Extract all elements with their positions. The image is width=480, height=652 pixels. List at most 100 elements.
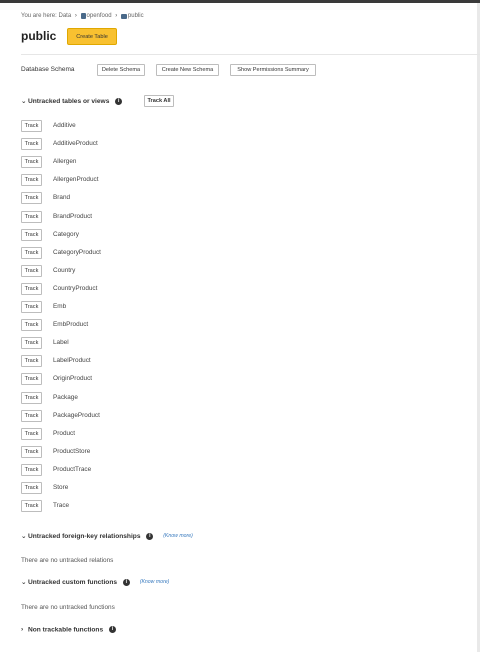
table-row: Track Additive bbox=[21, 120, 221, 132]
divider bbox=[21, 54, 480, 55]
info-icon: i bbox=[108, 626, 116, 633]
track-button[interactable]: Track bbox=[21, 283, 42, 295]
table-row: Track Allergen bbox=[21, 156, 221, 168]
chevron-right-icon: › bbox=[74, 13, 77, 19]
table-row: Track Country bbox=[21, 265, 221, 277]
track-button[interactable]: Track bbox=[21, 192, 42, 204]
track-button[interactable]: Track bbox=[21, 247, 42, 259]
table-row: Track EmbProduct bbox=[21, 319, 221, 331]
track-button[interactable]: Track bbox=[21, 120, 42, 132]
foreign-keys-header[interactable]: ⌄Untracked foreign-key relationships i (… bbox=[21, 532, 193, 544]
top-bar bbox=[0, 0, 480, 3]
table-name: CategoryProduct bbox=[53, 249, 101, 256]
table-name: EmbProduct bbox=[53, 321, 89, 328]
show-permissions-summary-button[interactable]: Show Permissions Summary bbox=[230, 64, 316, 76]
table-name: AdditiveProduct bbox=[53, 140, 98, 147]
custom-functions-header[interactable]: ⌄Untracked custom functions i (Know more… bbox=[21, 578, 169, 590]
track-button[interactable]: Track bbox=[21, 174, 42, 186]
table-name: Emb bbox=[53, 303, 67, 310]
track-button[interactable]: Track bbox=[21, 211, 42, 223]
table-row: Track Product bbox=[21, 428, 221, 440]
table-row: Track Trace bbox=[21, 500, 221, 512]
track-button[interactable]: Track bbox=[21, 482, 42, 494]
table-row: Track AllergenProduct bbox=[21, 174, 221, 186]
track-button[interactable]: Track bbox=[21, 446, 42, 458]
track-all-button[interactable]: Track All bbox=[144, 95, 174, 107]
track-button[interactable]: Track bbox=[21, 500, 42, 512]
track-button[interactable]: Track bbox=[21, 410, 42, 422]
untracked-tables-header[interactable]: ⌄Untracked tables or views i Track All bbox=[21, 95, 174, 109]
no-untracked-relations-message: There are no untracked relations bbox=[21, 557, 114, 564]
track-button[interactable]: Track bbox=[21, 156, 42, 168]
section-title: Untracked custom functions bbox=[28, 579, 118, 586]
breadcrumb-public: public bbox=[127, 13, 144, 19]
table-name: BrandProduct bbox=[53, 213, 93, 220]
section-title: Untracked tables or views bbox=[28, 98, 110, 105]
chevron-right-icon: › bbox=[21, 626, 24, 634]
table-name: CountryProduct bbox=[53, 285, 98, 292]
table-name: LabelProduct bbox=[53, 357, 91, 364]
track-button[interactable]: Track bbox=[21, 464, 42, 476]
table-name: ProductTrace bbox=[53, 466, 92, 473]
table-row: Track LabelProduct bbox=[21, 355, 221, 367]
table-name: AllergenProduct bbox=[53, 176, 99, 183]
chevron-down-icon: ⌄ bbox=[21, 579, 27, 586]
table-name: Label bbox=[53, 339, 69, 346]
track-button[interactable]: Track bbox=[21, 392, 42, 404]
table-row: Track ProductTrace bbox=[21, 464, 221, 476]
table-row: Track CountryProduct bbox=[21, 283, 221, 295]
table-name: Country bbox=[53, 267, 76, 274]
table-row: Track Category bbox=[21, 229, 221, 241]
table-row: Track OriginProduct bbox=[21, 373, 221, 385]
breadcrumb-prefix: You are here: bbox=[21, 13, 57, 19]
info-icon: i bbox=[146, 532, 154, 540]
chevron-down-icon: ⌄ bbox=[21, 98, 27, 105]
table-row: Track Label bbox=[21, 337, 221, 349]
track-button[interactable]: Track bbox=[21, 301, 42, 313]
table-name: Allergen bbox=[53, 158, 77, 165]
table-name: Product bbox=[53, 430, 76, 437]
track-button[interactable]: Track bbox=[21, 355, 42, 367]
folder-icon bbox=[120, 13, 127, 19]
chevron-down-icon: ⌄ bbox=[21, 533, 27, 540]
info-icon: i bbox=[122, 578, 130, 586]
table-row: Track Emb bbox=[21, 301, 221, 313]
database-schema-label: Database Schema bbox=[21, 66, 75, 73]
track-button[interactable]: Track bbox=[21, 265, 42, 277]
create-new-schema-button[interactable]: Create New Schema bbox=[156, 64, 219, 76]
track-button[interactable]: Track bbox=[21, 229, 42, 241]
no-untracked-functions-message: There are no untracked functions bbox=[21, 604, 115, 611]
table-name: Trace bbox=[53, 502, 70, 509]
table-name: Store bbox=[53, 484, 69, 491]
section-title: Non trackable functions bbox=[28, 626, 104, 634]
page-title: public bbox=[21, 29, 57, 43]
track-button[interactable]: Track bbox=[21, 319, 42, 331]
track-button[interactable]: Track bbox=[21, 373, 42, 385]
know-more-link[interactable]: (Know more) bbox=[163, 533, 193, 539]
table-name: Package bbox=[53, 394, 78, 401]
track-button[interactable]: Track bbox=[21, 337, 42, 349]
breadcrumb-data-link[interactable]: Data bbox=[58, 13, 71, 19]
know-more-link[interactable]: (Know more) bbox=[140, 579, 170, 585]
table-row: Track Store bbox=[21, 482, 221, 494]
table-row: Track Package bbox=[21, 392, 221, 404]
table-name: Additive bbox=[53, 122, 76, 129]
breadcrumb: You are here: Data › openfood › public bbox=[21, 13, 144, 20]
delete-schema-button[interactable]: Delete Schema bbox=[97, 64, 145, 76]
track-button[interactable]: Track bbox=[21, 428, 42, 440]
table-name: PackageProduct bbox=[53, 412, 100, 419]
table-row: Track Brand bbox=[21, 192, 221, 204]
database-icon bbox=[80, 13, 86, 19]
table-name: Brand bbox=[53, 194, 71, 201]
table-name: Category bbox=[53, 231, 79, 238]
breadcrumb-openfood-link[interactable]: openfood bbox=[87, 13, 112, 19]
track-button[interactable]: Track bbox=[21, 138, 42, 150]
info-icon: i bbox=[115, 97, 123, 105]
table-row: Track BrandProduct bbox=[21, 211, 221, 223]
table-name: OriginProduct bbox=[53, 375, 93, 382]
table-row: Track PackageProduct bbox=[21, 410, 221, 422]
create-table-button[interactable]: Create Table bbox=[67, 28, 117, 45]
table-row: Track CategoryProduct bbox=[21, 247, 221, 259]
chevron-right-icon: › bbox=[115, 13, 118, 19]
non-trackable-functions-header[interactable]: › Non trackable functions i bbox=[21, 626, 116, 638]
